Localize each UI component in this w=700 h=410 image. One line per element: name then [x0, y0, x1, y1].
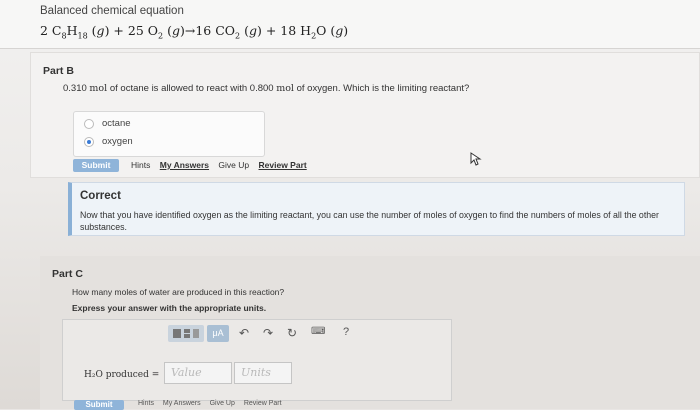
part-b-links: Hints My Answers Give Up Review Part [131, 160, 314, 170]
balanced-equation: 2 C8H18 (g) + 25 O2 (g)→16 CO2 (g) + 18 … [40, 23, 349, 41]
equation-title: Balanced chemical equation [40, 5, 184, 17]
hints-link[interactable]: Hints [131, 160, 150, 170]
question-mid-text: of octane is allowed to react with [109, 83, 248, 94]
help-button[interactable]: ? [343, 326, 349, 338]
part-b-label: Part B [43, 65, 74, 77]
hints-link[interactable]: Hints [138, 400, 154, 407]
give-up-link[interactable]: Give Up [218, 160, 249, 170]
choice-oxygen-label: oxygen [102, 136, 133, 147]
part-b-submit-button[interactable]: Submit [73, 159, 119, 172]
keyboard-icon[interactable]: ⌨ [311, 326, 325, 337]
part-b-panel: Part B 0.310 mol of octane is allowed to… [30, 52, 700, 178]
choice-list: octane oxygen [73, 111, 265, 157]
redo-icon[interactable]: ↷ [263, 326, 273, 340]
unit-mol-2: mol [276, 83, 294, 94]
feedback-correct-box: Correct Now that you have identified oxy… [68, 182, 685, 236]
moles-octane: 0.310 [63, 83, 87, 94]
units-button[interactable]: μA [207, 325, 229, 342]
units-input[interactable]: Units [234, 362, 292, 384]
my-answers-link[interactable]: My Answers [163, 400, 201, 407]
radio-octane[interactable] [84, 118, 94, 129]
feedback-title: Correct [80, 190, 121, 202]
answer-label: H₂O produced = [84, 370, 160, 380]
part-b-question: 0.310 mol of octane is allowed to react … [63, 83, 469, 94]
templates-icon [173, 329, 199, 338]
part-c-panel: Part C How many moles of water are produ… [40, 256, 700, 410]
question-suffix-text: of oxygen. Which is the limiting reactan… [296, 83, 470, 94]
choice-octane-label: octane [102, 118, 131, 129]
review-part-link[interactable]: Review Part [259, 160, 307, 170]
part-c-label: Part C [52, 268, 83, 280]
review-part-link[interactable]: Review Part [244, 400, 282, 407]
part-c-question: How many moles of water are produced in … [72, 287, 285, 297]
unit-mol-1: mol [89, 83, 108, 94]
reset-icon[interactable]: ↻ [287, 326, 297, 340]
mouse-pointer-icon [470, 152, 482, 169]
radio-oxygen[interactable] [84, 136, 94, 147]
my-answers-link[interactable]: My Answers [160, 160, 209, 170]
moles-oxygen: 0.800 [249, 83, 274, 94]
templates-button[interactable] [168, 325, 204, 342]
choice-octane[interactable]: octane [84, 118, 131, 129]
math-toolbar: μA ↶ ↷ ↻ ⌨ ? [163, 322, 378, 346]
choice-oxygen[interactable]: oxygen [84, 136, 133, 147]
equation-header: Balanced chemical equation 2 C8H18 (g) +… [0, 0, 700, 49]
give-up-link[interactable]: Give Up [210, 400, 235, 407]
value-input[interactable]: Value [164, 362, 232, 384]
feedback-text: Now that you have identified oxygen as t… [80, 210, 659, 232]
undo-icon[interactable]: ↶ [239, 326, 249, 340]
part-c-links: Hints My Answers Give Up Review Part [138, 400, 289, 407]
part-c-instruction: Express your answer with the appropriate… [72, 303, 267, 313]
